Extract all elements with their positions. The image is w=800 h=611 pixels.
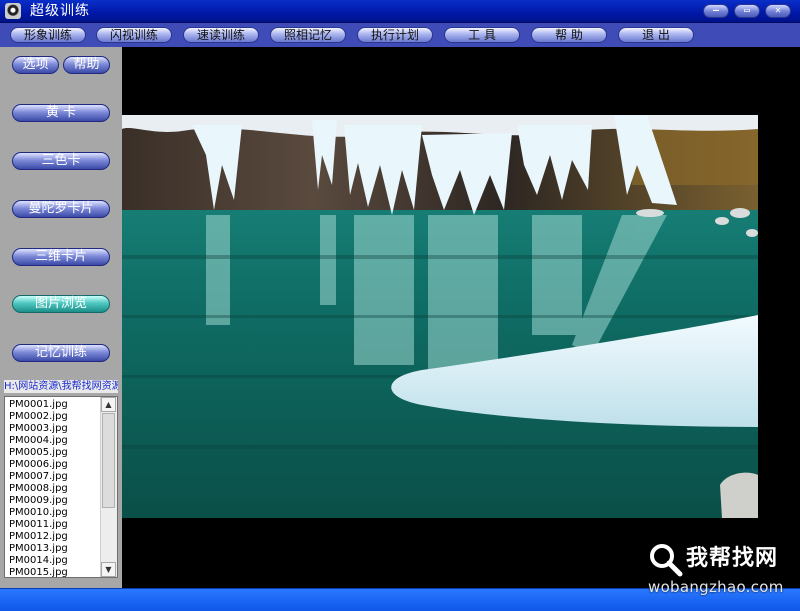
menu-exit[interactable]: 退 出 [618, 27, 694, 43]
image-viewer [122, 47, 800, 588]
file-list-scrollbar[interactable]: ▲ ▼ [100, 397, 117, 577]
window-title: 超级训练 [30, 3, 90, 19]
side-help-button[interactable]: 帮助 [63, 56, 110, 74]
file-list-item[interactable]: PM0006.jpg [9, 459, 101, 471]
file-list-item[interactable]: PM0013.jpg [9, 543, 101, 555]
search-icon [650, 544, 683, 577]
file-list-item[interactable]: PM0010.jpg [9, 507, 101, 519]
file-list-item[interactable]: PM0003.jpg [9, 423, 101, 435]
file-list-item[interactable]: PM0009.jpg [9, 495, 101, 507]
watermark-url: wobangzhao.com [648, 578, 784, 596]
watermark: 我帮找网 wobangzhao.com [646, 540, 796, 604]
menu-execute-plan[interactable]: 执行计划 [357, 27, 433, 43]
file-list-item[interactable]: PM0015.jpg [9, 567, 101, 577]
side-panel: 选项 帮助 黄 卡 三色卡 曼陀罗卡片 三维卡片 图片浏览 记忆训练 H:\网站… [0, 47, 122, 588]
mandala-card-button[interactable]: 曼陀罗卡片 [12, 200, 110, 218]
menu-photo-memory[interactable]: 照相记忆 [270, 27, 346, 43]
3d-card-button[interactable]: 三维卡片 [12, 248, 110, 266]
scroll-down-arrow[interactable]: ▼ [101, 562, 116, 577]
close-button[interactable]: ✕ [765, 4, 791, 18]
file-list-items: PM0001.jpg PM0002.jpg PM0003.jpg PM0004.jpg… [9, 399, 101, 577]
three-color-card-button[interactable]: 三色卡 [12, 152, 110, 170]
file-list-item[interactable]: PM0004.jpg [9, 435, 101, 447]
watermark-brand: 我帮找网 [686, 546, 779, 571]
menu-speed-reading[interactable]: 速读训练 [183, 27, 259, 43]
file-list[interactable]: PM0001.jpg PM0002.jpg PM0003.jpg PM0004.jpg… [4, 396, 118, 578]
memory-training-button[interactable]: 记忆训练 [12, 344, 110, 362]
maximize-button[interactable]: ▭ [734, 4, 760, 18]
scroll-thumb[interactable] [102, 413, 115, 508]
yellow-card-button[interactable]: 黄 卡 [12, 104, 110, 122]
file-list-item[interactable]: PM0002.jpg [9, 411, 101, 423]
file-list-item[interactable]: PM0011.jpg [9, 519, 101, 531]
menu-bar: 形象训练 闪视训练 速读训练 照相记忆 执行计划 工 具 帮 助 退 出 [0, 23, 800, 47]
app-icon[interactable] [5, 3, 21, 19]
displayed-photo [122, 115, 758, 518]
file-list-item[interactable]: PM0012.jpg [9, 531, 101, 543]
menu-tools[interactable]: 工 具 [444, 27, 520, 43]
file-list-item[interactable]: PM0014.jpg [9, 555, 101, 567]
file-list-item[interactable]: PM0008.jpg [9, 483, 101, 495]
scroll-up-arrow[interactable]: ▲ [101, 397, 116, 412]
minimize-button[interactable]: — [703, 4, 729, 18]
file-list-item[interactable]: PM0007.jpg [9, 471, 101, 483]
title-bar: 超级训练 — ▭ ✕ [0, 0, 800, 23]
options-button[interactable]: 选项 [12, 56, 59, 74]
file-list-item[interactable]: PM0001.jpg [9, 399, 101, 411]
picture-browse-button[interactable]: 图片浏览 [12, 295, 110, 313]
file-list-item[interactable]: PM0005.jpg [9, 447, 101, 459]
menu-help[interactable]: 帮 助 [531, 27, 607, 43]
folder-path: H:\网站资源\我帮找网资源 [4, 380, 118, 393]
menu-image-training[interactable]: 形象训练 [10, 27, 86, 43]
menu-flash-training[interactable]: 闪视训练 [96, 27, 172, 43]
